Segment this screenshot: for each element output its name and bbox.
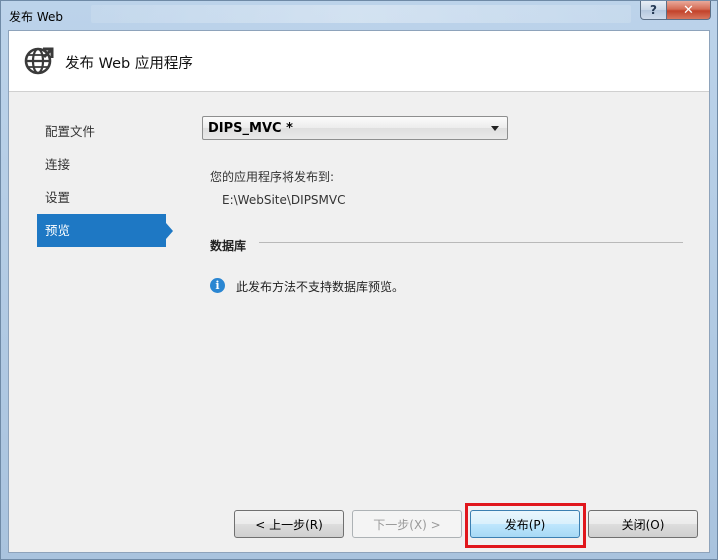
dialog-client: 发布 Web 应用程序 配置文件 连接 设置 预览 DIPS_MVC * 您的应… — [8, 30, 710, 553]
close-icon: ✕ — [683, 2, 694, 18]
caption-buttons: ? ✕ — [640, 1, 711, 21]
nav-item-settings[interactable]: 设置 — [37, 181, 177, 214]
window-close-button[interactable]: ✕ — [667, 1, 711, 20]
chevron-down-icon — [491, 126, 499, 131]
profile-selected-value: DIPS_MVC * — [208, 121, 293, 136]
nav-item-profile[interactable]: 配置文件 — [37, 115, 177, 148]
title-bar[interactable]: 发布 Web ? ✕ — [1, 1, 717, 31]
publish-button[interactable]: 发布(P) — [470, 510, 580, 538]
nav-item-preview[interactable]: 预览 — [37, 214, 173, 247]
info-message: 此发布方法不支持数据库预览。 — [236, 280, 405, 294]
help-button[interactable]: ? — [640, 1, 667, 20]
publish-target-path: E:\WebSite\DIPSMVC — [222, 193, 346, 207]
dialog-window: 发布 Web ? ✕ 发布 Web 应用程序 配置文件 连接 设置 预览 DIP… — [0, 0, 718, 560]
database-section-heading: 数据库 — [210, 239, 247, 253]
dialog-header: 发布 Web 应用程序 — [9, 31, 709, 92]
help-icon: ? — [650, 3, 657, 17]
info-icon: i — [210, 278, 225, 293]
next-button[interactable]: 下一步(X) > — [352, 510, 462, 538]
window-title: 发布 Web — [9, 10, 63, 24]
globe-publish-icon — [24, 47, 54, 75]
nav-item-connection[interactable]: 连接 — [37, 148, 177, 181]
page-title: 发布 Web 应用程序 — [65, 56, 193, 72]
publish-target-label: 您的应用程序将发布到: — [210, 170, 335, 184]
close-button[interactable]: 关闭(O) — [588, 510, 698, 538]
section-divider — [259, 242, 683, 243]
blurred-background-title — [91, 5, 631, 23]
wizard-nav: 配置文件 连接 设置 预览 — [37, 115, 177, 247]
profile-dropdown[interactable]: DIPS_MVC * — [202, 116, 508, 140]
previous-button[interactable]: < 上一步(R) — [234, 510, 344, 538]
